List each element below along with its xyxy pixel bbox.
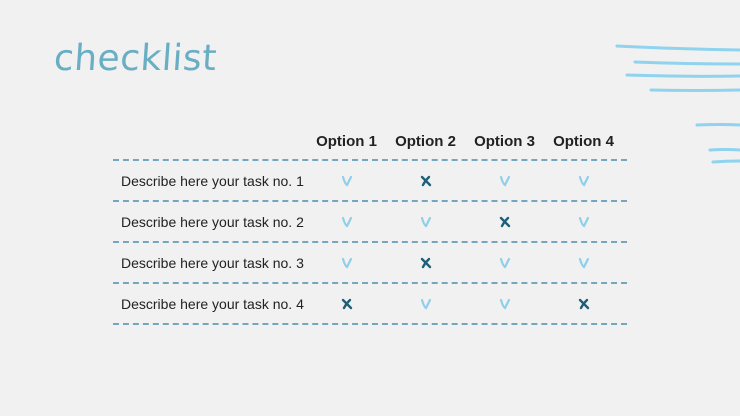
cross-icon (341, 298, 352, 309)
table-row: Describe here your task no. 4 (113, 282, 627, 325)
cross-icon (578, 298, 589, 309)
check-icon (499, 257, 510, 268)
option-cell (544, 298, 623, 310)
check-icon (341, 216, 352, 227)
check-icon (341, 257, 352, 268)
option-cell (307, 298, 386, 310)
check-icon (341, 175, 352, 186)
check-icon (578, 216, 589, 227)
table-row: Describe here your task no. 1 (113, 159, 627, 200)
check-icon (420, 216, 431, 227)
decorative-scribble-lines (615, 44, 740, 164)
option-cell (386, 257, 465, 269)
option-cell (465, 298, 544, 310)
cross-icon (420, 257, 431, 268)
option-cell (386, 298, 465, 310)
task-label: Describe here your task no. 1 (121, 172, 304, 189)
option-cell (386, 175, 465, 187)
task-label: Describe here your task no. 3 (121, 254, 304, 271)
option-cell (307, 175, 386, 187)
task-label: Describe here your task no. 2 (121, 213, 304, 230)
option-cell (386, 216, 465, 228)
check-icon (420, 298, 431, 309)
task-label: Describe here your task no. 4 (121, 295, 304, 312)
option-header: Option 4 (553, 133, 614, 150)
option-cell (544, 175, 623, 187)
check-icon (499, 175, 510, 186)
page-title: checklist (52, 38, 219, 79)
checklist-table: Option 1 Option 2 Option 3 Option 4 Desc… (113, 124, 627, 325)
cross-icon (420, 175, 431, 186)
option-cell (465, 257, 544, 269)
check-icon (578, 257, 589, 268)
option-cell (465, 175, 544, 187)
option-cell (307, 216, 386, 228)
check-icon (499, 298, 510, 309)
option-header: Option 3 (474, 133, 535, 150)
table-row: Describe here your task no. 2 (113, 200, 627, 241)
table-header: Option 1 Option 2 Option 3 Option 4 (113, 124, 627, 159)
table-row: Describe here your task no. 3 (113, 241, 627, 282)
option-cell (544, 216, 623, 228)
cross-icon (499, 216, 510, 227)
option-cell (307, 257, 386, 269)
option-header: Option 1 (316, 133, 377, 150)
check-icon (578, 175, 589, 186)
option-cell (465, 216, 544, 228)
option-header: Option 2 (395, 133, 456, 150)
option-cell (544, 257, 623, 269)
